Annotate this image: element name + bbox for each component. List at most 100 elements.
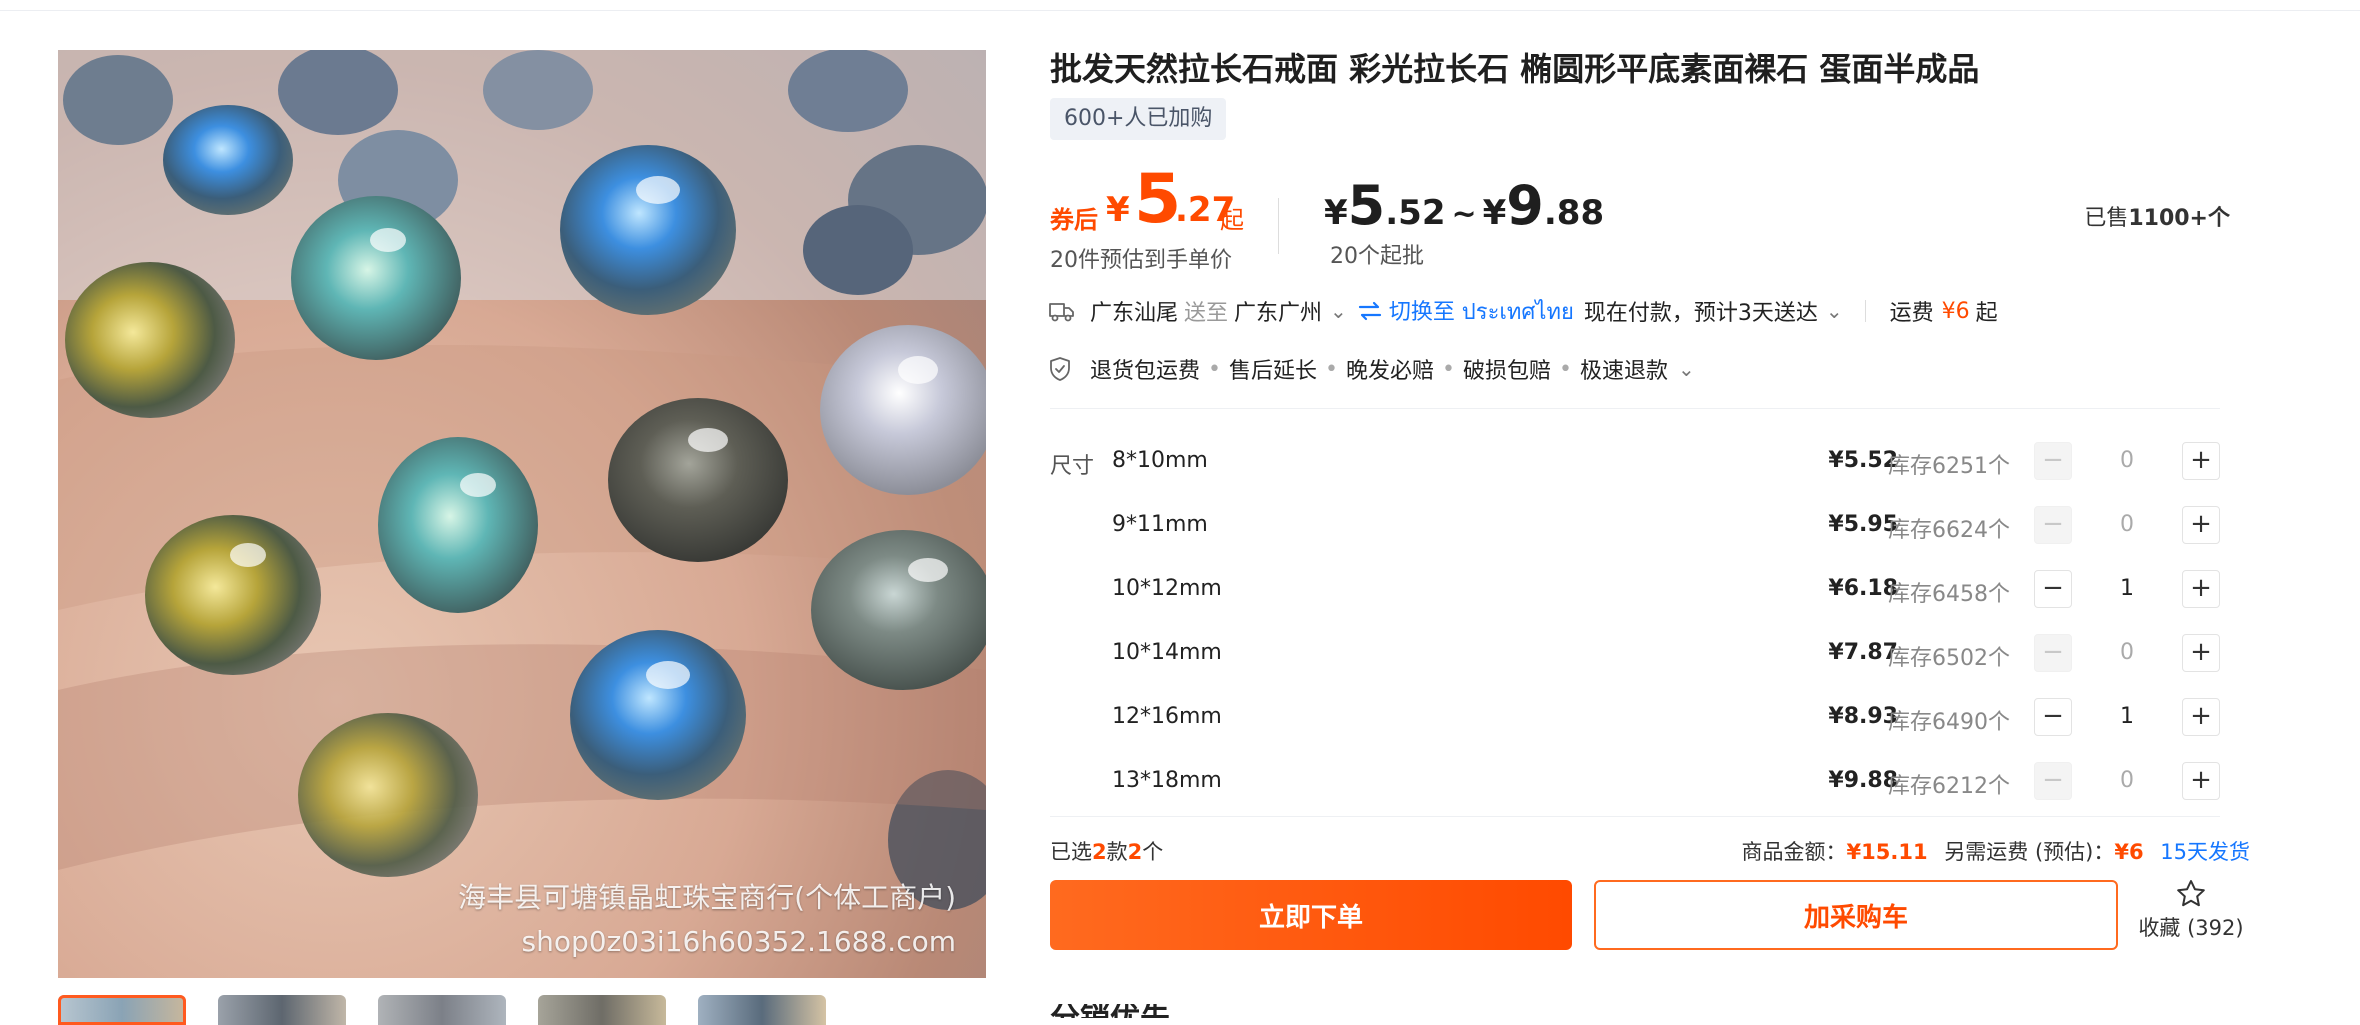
coupon-suffix: 起	[1220, 206, 1244, 234]
delivery-eta[interactable]: 现在付款，预计3天送达	[1584, 295, 1818, 327]
product-title: 批发天然拉长石戒面 彩光拉长石 椭圆形平底素面裸石 蛋面半成品	[1050, 50, 1980, 88]
quantity-value[interactable]: 0	[2087, 640, 2167, 665]
range-high-int: 9	[1506, 174, 1544, 237]
thumbnail-5[interactable]	[698, 995, 826, 1025]
selected-prefix: 已选	[1050, 840, 1092, 864]
price-block: 券后 ¥ 5 .27 起 20件预估到手单价 ¥5.52 ~ ¥9.88 20个起批…	[1050, 160, 2230, 280]
amount-summary: 商品金额：¥15.11 另需运费 (预估)：¥6 15天发货	[1742, 836, 2250, 866]
next-section-title: 分销优先	[1050, 1004, 1170, 1018]
coupon-label: 券后	[1050, 206, 1098, 234]
plus-icon[interactable]: +	[2182, 570, 2220, 608]
service-separator: •	[1325, 356, 1338, 382]
plus-icon[interactable]: +	[2182, 634, 2220, 672]
plus-icon[interactable]: +	[2182, 762, 2220, 800]
chevron-down-icon[interactable]: ⌄	[1678, 357, 1695, 381]
plus-icon[interactable]: +	[2182, 506, 2220, 544]
service-item: 退货包运费	[1090, 359, 1201, 384]
sku-stock: 库存6212个	[1888, 774, 2010, 799]
product-main-image[interactable]: 海丰县可塘镇晶虹珠宝商行(个体工商户) shop0z03i16h60352.16…	[58, 50, 986, 978]
switch-region-link[interactable]: 切换至 ประเทศไทย	[1389, 294, 1574, 329]
sku-name: 13*18mm	[1112, 768, 1222, 793]
shipping-est-label: 另需运费 (预估)：	[1944, 840, 2115, 864]
shield-check-icon	[1050, 357, 1070, 381]
thumbnail-strip	[58, 995, 826, 1025]
fee-value: ¥6	[1941, 298, 1970, 324]
estimate-note: 20件预估到手单价	[1050, 248, 1232, 273]
minus-icon[interactable]: −	[2034, 762, 2072, 800]
plus-icon[interactable]: +	[2182, 698, 2220, 736]
sku-name: 12*16mm	[1112, 704, 1222, 729]
fee-suffix: 起	[1975, 301, 1998, 326]
section-divider	[1050, 408, 2220, 409]
sold-prefix: 已售	[2084, 206, 2129, 231]
order-now-button[interactable]: 立即下单	[1050, 880, 1572, 950]
service-separator: •	[1559, 356, 1572, 382]
minus-icon[interactable]: −	[2034, 442, 2072, 480]
sku-name: 9*11mm	[1112, 512, 1208, 537]
selected-mid: 款	[1106, 840, 1128, 864]
favorite-label: 收藏 (392)	[2138, 916, 2244, 940]
swap-icon	[1358, 301, 1381, 321]
minus-icon[interactable]: −	[2034, 570, 2072, 608]
range-currency-low: ¥	[1324, 193, 1348, 233]
sku-row: 10*14mm ¥7.87 库存6502个 − 0 +	[1112, 632, 2222, 676]
stones-illustration	[58, 50, 986, 910]
fee-label: 运费	[1889, 301, 1934, 326]
thumbnail-2[interactable]	[218, 995, 346, 1025]
sku-row: 9*11mm ¥5.95 库存6624个 − 0 +	[1112, 504, 2222, 548]
sku-stock: 库存6458个	[1888, 582, 2010, 607]
range-low-dec: .52	[1385, 193, 1446, 233]
star-icon	[2177, 880, 2205, 907]
quantity-value[interactable]: 1	[2087, 704, 2167, 729]
plus-icon[interactable]: +	[2182, 442, 2220, 480]
quantity-value[interactable]: 0	[2087, 448, 2167, 473]
quantity-value[interactable]: 1	[2087, 576, 2167, 601]
selected-kinds: 2	[1092, 840, 1107, 864]
sku-row: 10*12mm ¥6.18 库存6458个 − 1 +	[1112, 568, 2222, 612]
sold-value: 1100+个	[2128, 206, 2230, 231]
favorite-button[interactable]: 收藏 (392)	[2136, 878, 2246, 950]
quantity-value[interactable]: 0	[2087, 512, 2167, 537]
price-range: ¥5.52 ~ ¥9.88	[1324, 174, 1604, 237]
watermark-shop-url: shop0z03i16h60352.1688.com	[521, 925, 956, 958]
selected-suffix: 个	[1142, 840, 1164, 864]
minus-icon[interactable]: −	[2034, 698, 2072, 736]
ship-from: 广东汕尾	[1090, 301, 1179, 326]
service-item: 晚发必赔	[1346, 359, 1435, 384]
service-item: 极速退款	[1580, 359, 1669, 384]
sku-stock: 库存6251个	[1888, 454, 2010, 479]
quantity-value[interactable]: 0	[2087, 768, 2167, 793]
next-section-peek: 分销优先	[1050, 1004, 1170, 1018]
chevron-down-icon[interactable]: ⌄	[1826, 299, 1843, 323]
add-to-cart-button[interactable]: 加采购车	[1594, 880, 2118, 950]
minus-icon[interactable]: −	[2034, 506, 2072, 544]
service-item: 售后延长	[1229, 359, 1318, 384]
top-divider	[0, 0, 2360, 11]
services-row[interactable]: 退货包运费 • 售后延长 • 晚发必赔 • 破损包赔 • 极速退款 ⌄	[1048, 354, 1695, 384]
buyers-count-tag: 600+人已加购	[1050, 98, 1227, 140]
service-separator: •	[1208, 356, 1221, 382]
watermark-shop-name: 海丰县可塘镇晶虹珠宝商行(个体工商户)	[458, 881, 956, 914]
amount-label: 商品金额：	[1741, 840, 1847, 864]
price-divider	[1278, 198, 1279, 254]
shipping-est-value: ¥6	[2114, 840, 2144, 864]
thumbnail-4[interactable]	[538, 995, 666, 1025]
ship-to-select[interactable]: 广东广州	[1234, 295, 1322, 327]
selected-count: 2	[1127, 840, 1143, 864]
sku-name: 8*10mm	[1112, 448, 1208, 473]
spec-label: 尺寸	[1050, 454, 1095, 479]
section-divider	[1050, 816, 2220, 817]
sku-name: 10*12mm	[1112, 576, 1222, 601]
chevron-down-icon[interactable]: ⌄	[1330, 299, 1347, 323]
sku-name: 10*14mm	[1112, 640, 1222, 665]
thumbnail-3[interactable]	[378, 995, 506, 1025]
thumbnail-1[interactable]	[58, 995, 186, 1025]
ship-to-label: 送至	[1184, 301, 1229, 326]
sku-stock: 库存6624个	[1888, 518, 2010, 543]
minus-icon[interactable]: −	[2034, 634, 2072, 672]
truck-icon	[1049, 303, 1074, 322]
range-tilde: ~	[1451, 197, 1477, 232]
shipping-row: 广东汕尾 送至 广东广州 ⌄ 切换至 ประเทศไทย 现在付款，预计3天送达…	[1048, 296, 1998, 326]
sold-count: 已售1100+个	[2084, 200, 2230, 232]
sku-stock: 库存6490个	[1888, 710, 2010, 735]
